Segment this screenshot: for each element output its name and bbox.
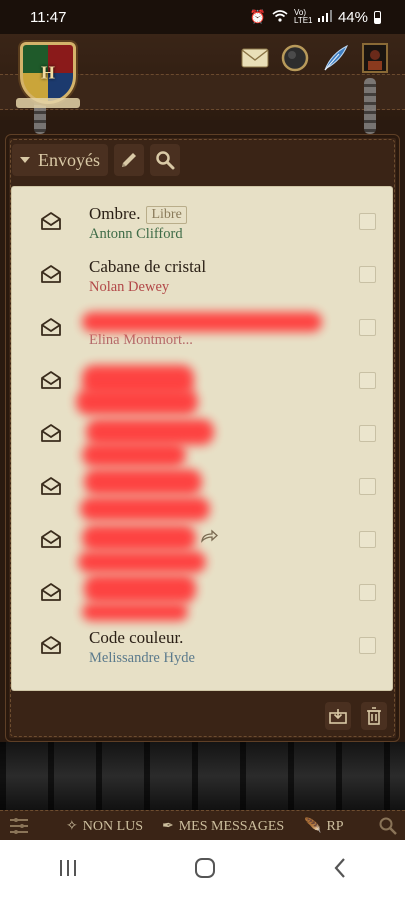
status-badge: Libre	[146, 206, 187, 224]
list-item[interactable]: Ombre. Libre Antonn Clifford	[12, 195, 392, 248]
feather-icon: 🪶	[304, 819, 322, 834]
reply-arrow-icon	[200, 529, 218, 548]
battery-percent: 44%	[337, 8, 368, 26]
nav-unread[interactable]: ✧ NON LUS	[66, 818, 143, 835]
select-checkbox[interactable]	[359, 266, 376, 283]
message-list: Ombre. Libre Antonn Clifford Cabane de cris…	[12, 187, 392, 690]
delete-button[interactable]	[361, 702, 387, 730]
nav-unread-label: NON LUS	[82, 818, 144, 834]
folder-select[interactable]: Envoyés	[12, 144, 108, 176]
sparkle-icon: ✧	[66, 819, 78, 834]
portrait-icon[interactable]	[359, 42, 391, 74]
bottom-nav: ✧ NON LUS ✒ MES MESSAGES 🪶 RP	[0, 810, 405, 840]
crest-banner	[16, 98, 80, 108]
select-checkbox[interactable]	[359, 584, 376, 601]
message-author[interactable]: Antonn Clifford	[89, 226, 183, 243]
search-icon	[156, 151, 175, 170]
envelope-open-icon	[40, 528, 62, 550]
quill-feather-icon[interactable]	[319, 42, 351, 74]
status-time: 11:47	[30, 8, 67, 26]
quill-icon: ✒	[162, 819, 174, 834]
search-button[interactable]	[150, 144, 180, 176]
message-title: Ombre. Libre	[89, 204, 187, 224]
redaction-mark	[82, 443, 186, 467]
system-nav-bar	[0, 840, 405, 900]
select-checkbox[interactable]	[359, 372, 376, 389]
redaction-mark	[78, 551, 206, 573]
battery-icon	[374, 10, 381, 24]
list-item[interactable]: Cabane de cristal Nolan Dewey	[12, 248, 392, 301]
menu-toggle-icon[interactable]	[8, 817, 30, 840]
nav-my-messages-label: MES MESSAGES	[178, 818, 285, 834]
select-checkbox[interactable]	[359, 425, 376, 442]
message-title-text: Cabane de cristal	[89, 257, 207, 276]
list-item[interactable]	[12, 566, 392, 619]
messages-toolbar: Envoyés	[12, 144, 180, 176]
envelope-open-icon	[40, 263, 62, 285]
folder-label: Envoyés	[38, 149, 100, 170]
nav-rp-label: RP	[326, 818, 344, 834]
envelope-open-icon	[40, 634, 62, 656]
alarm-icon: ⏰	[249, 9, 266, 24]
redaction-mark	[82, 525, 196, 551]
search-icon[interactable]	[378, 816, 398, 841]
select-checkbox[interactable]	[359, 531, 376, 548]
home-icon[interactable]	[193, 856, 217, 885]
message-author[interactable]: Nolan Dewey	[89, 279, 169, 296]
select-checkbox[interactable]	[359, 637, 376, 654]
list-item[interactable]: Code couleur. Melissandre Hyde	[12, 619, 392, 672]
redaction-mark	[84, 575, 196, 603]
redaction-mark	[76, 389, 198, 415]
crest-shield-icon	[20, 42, 76, 104]
wifi-icon	[272, 9, 288, 25]
list-item[interactable]	[12, 354, 392, 407]
redaction-mark	[82, 603, 188, 621]
status-bar: 11:47 ⏰ Vo) LTE1 44%	[0, 0, 405, 34]
redaction-mark	[80, 497, 210, 521]
redaction-mark	[82, 312, 322, 332]
message-title-text: Code couleur.	[89, 628, 184, 647]
mail-envelope-icon[interactable]	[239, 42, 271, 74]
signal-icon	[317, 9, 332, 25]
envelope-open-icon	[40, 475, 62, 497]
list-actions	[325, 702, 387, 730]
status-icons: ⏰ Vo) LTE1 44%	[250, 9, 381, 26]
message-title: Cabane de cristal	[89, 257, 206, 277]
recent-apps-icon[interactable]	[57, 858, 79, 883]
magic-mirror-icon[interactable]	[279, 42, 311, 74]
message-title: Code couleur.	[89, 628, 183, 648]
message-author[interactable]: Melissandre Hyde	[89, 650, 195, 667]
envelope-open-icon	[40, 422, 62, 444]
redaction-mark	[84, 469, 202, 495]
chevron-down-icon	[20, 157, 30, 163]
select-checkbox[interactable]	[359, 319, 376, 336]
envelope-open-icon	[40, 581, 62, 603]
network-label: Vo) LTE1	[293, 8, 313, 25]
hogwarts-crest-logo[interactable]	[10, 30, 86, 116]
header-actions	[239, 42, 391, 74]
pencil-icon	[122, 153, 136, 167]
compose-button[interactable]	[114, 144, 144, 176]
envelope-open-icon	[40, 369, 62, 391]
message-author[interactable]: Elina Montmort...	[89, 332, 193, 349]
castle-pillars-decoration	[0, 742, 405, 810]
chain-decoration	[364, 78, 376, 134]
select-checkbox[interactable]	[359, 478, 376, 495]
envelope-open-icon	[40, 210, 62, 232]
archive-button[interactable]	[325, 702, 351, 730]
redaction-mark	[86, 419, 214, 445]
select-checkbox[interactable]	[359, 213, 376, 230]
trash-icon	[367, 707, 381, 725]
back-icon[interactable]	[332, 857, 348, 884]
nav-rp[interactable]: 🪶 RP	[304, 818, 344, 835]
archive-icon	[329, 709, 347, 724]
message-title-text: Ombre.	[89, 204, 141, 223]
envelope-open-icon	[40, 316, 62, 338]
nav-my-messages[interactable]: ✒ MES MESSAGES	[162, 818, 284, 835]
